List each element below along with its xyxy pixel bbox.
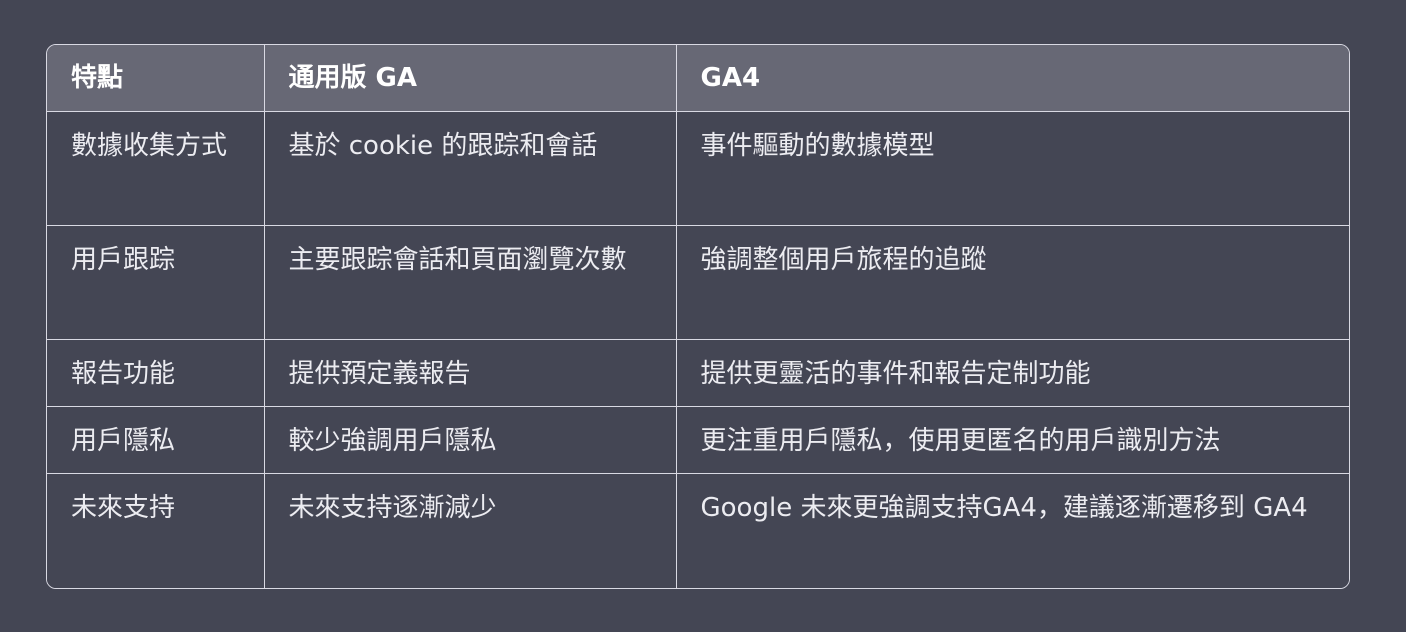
table-cell-feature: 未來支持: [47, 473, 265, 588]
table-cell-feature: 數據收集方式: [47, 111, 265, 226]
comparison-table: 特點 通用版 GA GA4 數據收集方式 基於 cookie 的跟踪和會話 事件…: [46, 44, 1350, 589]
table-cell-universal-ga: 提供預定義報告: [263, 339, 677, 407]
header-feature: 特點: [47, 45, 265, 112]
header-ga4: GA4: [675, 45, 1349, 112]
table-cell-universal-ga: 較少強調用戶隱私: [263, 406, 677, 474]
comparison-table-grid: 特點 通用版 GA GA4 數據收集方式 基於 cookie 的跟踪和會話 事件…: [47, 45, 1349, 588]
table-cell-feature: 用戶隱私: [47, 406, 265, 474]
table-cell-ga4: 強調整個用戶旅程的追蹤: [675, 225, 1349, 340]
table-cell-ga4: 提供更靈活的事件和報告定制功能: [675, 339, 1349, 407]
table-body: 數據收集方式 基於 cookie 的跟踪和會話 事件驅動的數據模型 用戶跟踪 主…: [47, 111, 1349, 588]
header-universal-ga: 通用版 GA: [263, 45, 677, 112]
table-cell-ga4: 更注重用戶隱私，使用更匿名的用戶識別方法: [675, 406, 1349, 474]
table-row: 用戶隱私 較少強調用戶隱私 更注重用戶隱私，使用更匿名的用戶識別方法: [47, 406, 1349, 474]
table-cell-universal-ga: 基於 cookie 的跟踪和會話: [263, 111, 677, 226]
table-row: 報告功能 提供預定義報告 提供更靈活的事件和報告定制功能: [47, 339, 1349, 407]
table-row: 用戶跟踪 主要跟踪會話和頁面瀏覽次數 強調整個用戶旅程的追蹤: [47, 225, 1349, 340]
table-row: 未來支持 未來支持逐漸減少 Google 未來更強調支持GA4，建議逐漸遷移到 …: [47, 473, 1349, 588]
table-cell-ga4: Google 未來更強調支持GA4，建議逐漸遷移到 GA4: [675, 473, 1349, 588]
table-cell-feature: 用戶跟踪: [47, 225, 265, 340]
table-row: 數據收集方式 基於 cookie 的跟踪和會話 事件驅動的數據模型: [47, 111, 1349, 226]
table-cell-feature: 報告功能: [47, 339, 265, 407]
header-row: 特點 通用版 GA GA4: [47, 45, 1349, 112]
table-header: 特點 通用版 GA GA4: [47, 45, 1349, 112]
table-cell-ga4: 事件驅動的數據模型: [675, 111, 1349, 226]
table-cell-universal-ga: 未來支持逐漸減少: [263, 473, 677, 588]
table-cell-universal-ga: 主要跟踪會話和頁面瀏覽次數: [263, 225, 677, 340]
